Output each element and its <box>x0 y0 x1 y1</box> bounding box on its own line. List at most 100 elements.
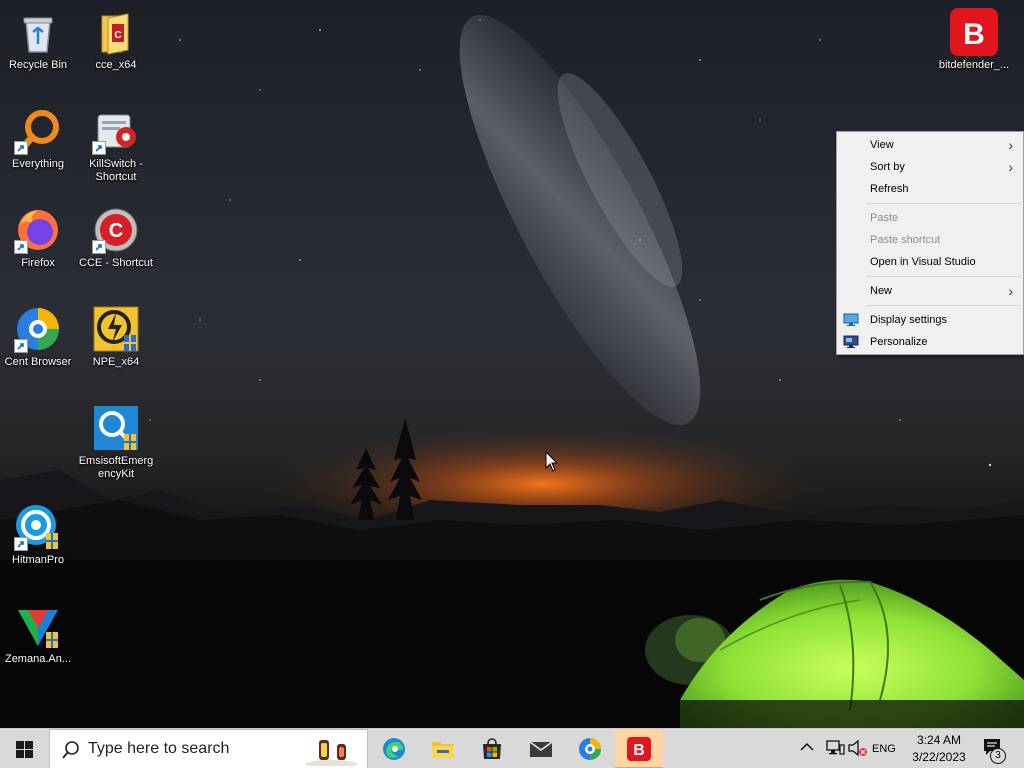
menu-item-sort-by[interactable]: Sort by › <box>837 156 1023 178</box>
clock-time: 3:24 AM <box>916 733 962 747</box>
desktop-icon-label: Cent Browser <box>4 356 72 368</box>
desktop-icon-label: Everything <box>12 158 64 170</box>
desktop-icon-killswitch[interactable]: KillSwitch - Shortcut <box>78 101 154 193</box>
taskbar-app-edge[interactable] <box>370 729 418 768</box>
menu-item-paste: Paste <box>837 207 1023 229</box>
svg-text:B: B <box>633 742 645 759</box>
menu-item-open-in-visual-studio[interactable]: Open in Visual Studio <box>837 251 1023 273</box>
menu-item-view[interactable]: View › <box>837 134 1023 156</box>
menu-item-personalize[interactable]: Personalize <box>837 331 1023 353</box>
desktop-icon-label: cce_x64 <box>95 59 137 71</box>
windows-logo-icon <box>16 741 33 758</box>
menu-separator <box>867 276 1021 277</box>
shortcut-arrow-icon <box>92 141 106 155</box>
notification-count-badge: 3 <box>990 748 1006 764</box>
input-language-button[interactable]: ENG <box>872 741 902 757</box>
cent-browser-icon <box>14 305 62 353</box>
taskbar-app-mail[interactable] <box>517 729 565 768</box>
desktop-icon-hitmanpro[interactable]: HitmanPro <box>0 497 76 589</box>
desktop-icon-cce-shortcut[interactable]: C CCE - Shortcut <box>78 200 154 292</box>
clock-button[interactable]: 3:24 AM 3/22/2023 <box>906 729 972 768</box>
svg-text:B: B <box>963 18 985 51</box>
desktop-icon-npe-x64[interactable]: NPE_x64 <box>78 299 154 391</box>
desktop-icon-recycle-bin[interactable]: Recycle Bin <box>0 2 76 94</box>
taskbar-app-store[interactable] <box>468 729 516 768</box>
menu-item-new[interactable]: New › <box>837 280 1023 302</box>
menu-item-label: Personalize <box>870 336 928 348</box>
desktop-icon-label: Firefox <box>21 257 55 269</box>
npe-icon <box>92 305 140 353</box>
taskbar-app-cent-browser[interactable] <box>566 729 614 768</box>
menu-item-label: Open in Visual Studio <box>870 256 976 268</box>
mail-icon <box>529 741 553 757</box>
show-hidden-icons-button[interactable] <box>800 741 818 757</box>
menu-item-refresh[interactable]: Refresh <box>837 178 1023 200</box>
desktop-icon-label: EmsisoftEmergencyKit <box>78 455 154 480</box>
cce-folder-icon: C <box>92 8 140 56</box>
display-settings-icon <box>843 313 859 327</box>
menu-item-label: New <box>870 285 893 297</box>
menu-item-label: View <box>870 139 894 151</box>
action-center-button[interactable]: 3 <box>978 737 1008 764</box>
desktop-icon-label: bitdefender_... <box>938 59 1010 71</box>
desktop-icon-cce-x64[interactable]: C cce_x64 <box>78 2 154 94</box>
menu-item-label: Paste shortcut <box>870 234 941 246</box>
desktop-icon-label: Recycle Bin <box>8 59 68 71</box>
menu-item-label: Sort by <box>870 161 905 173</box>
desktop-icon-label: NPE_x64 <box>92 356 140 368</box>
chevron-right-icon: › <box>1008 137 1013 153</box>
cce-icon: C <box>92 206 140 254</box>
desktop-icon-emsisoft[interactable]: EmsisoftEmergencyKit <box>78 398 154 490</box>
desktop-icon-label: KillSwitch - Shortcut <box>89 158 143 183</box>
shortcut-arrow-icon <box>14 240 28 254</box>
bitdefender-icon: B <box>627 737 651 761</box>
network-button[interactable] <box>825 739 845 759</box>
search-input[interactable] <box>88 738 288 760</box>
menu-item-display-settings[interactable]: Display settings <box>837 309 1023 331</box>
desktop-icon-everything[interactable]: Everything <box>0 101 76 193</box>
edge-icon <box>383 738 405 760</box>
svg-text:C: C <box>114 30 121 41</box>
start-button[interactable] <box>0 729 48 768</box>
desktop-icon-label: CCE - Shortcut <box>79 257 153 269</box>
search-highlight-lanterns-icon <box>305 740 357 766</box>
taskbar-app-file-explorer[interactable] <box>419 729 467 768</box>
menu-item-label: Refresh <box>870 183 909 195</box>
shortcut-arrow-icon <box>14 141 28 155</box>
notification-count: 3 <box>995 750 1001 761</box>
volume-button[interactable] <box>848 739 868 759</box>
menu-item-label: Display settings <box>870 314 948 326</box>
desktop-icon-bitdefender[interactable]: B bitdefender_... <box>936 2 1012 94</box>
recycle-bin-icon <box>14 8 62 56</box>
taskbar-search-box[interactable] <box>49 729 368 768</box>
everything-search-icon <box>14 107 62 155</box>
cent-browser-icon <box>579 738 601 760</box>
search-icon <box>62 741 79 759</box>
emsisoft-icon <box>92 404 140 452</box>
zemana-icon <box>14 602 62 650</box>
network-icon <box>826 740 845 755</box>
svg-text:C: C <box>109 220 123 242</box>
desktop-icon-cent-browser[interactable]: Cent Browser <box>0 299 76 391</box>
file-explorer-icon <box>432 742 454 758</box>
chevron-right-icon: › <box>1008 159 1013 175</box>
speaker-muted-icon <box>848 739 867 757</box>
bitdefender-icon: B <box>950 8 998 56</box>
hitmanpro-icon <box>14 503 62 551</box>
desktop-icon-firefox[interactable]: Firefox <box>0 200 76 292</box>
menu-item-paste-shortcut: Paste shortcut <box>837 229 1023 251</box>
desktop-icon-label: HitmanPro <box>12 554 64 566</box>
taskbar: B ENG 3:24 AM 3/22/2023 3 <box>0 728 1024 768</box>
shortcut-arrow-icon <box>92 240 106 254</box>
chevron-right-icon: › <box>1008 283 1013 299</box>
personalize-icon <box>843 335 859 349</box>
desktop-icon-label: Zemana.An... <box>4 653 72 665</box>
clock-date: 3/22/2023 <box>912 750 966 764</box>
menu-separator <box>867 305 1021 306</box>
store-icon <box>483 738 501 759</box>
chevron-up-icon <box>800 742 814 751</box>
taskbar-app-bitdefender[interactable]: B <box>615 729 663 768</box>
firefox-icon <box>14 206 62 254</box>
desktop-icon-zemana[interactable]: Zemana.An... <box>0 596 76 688</box>
language-indicator: ENG <box>872 743 896 755</box>
